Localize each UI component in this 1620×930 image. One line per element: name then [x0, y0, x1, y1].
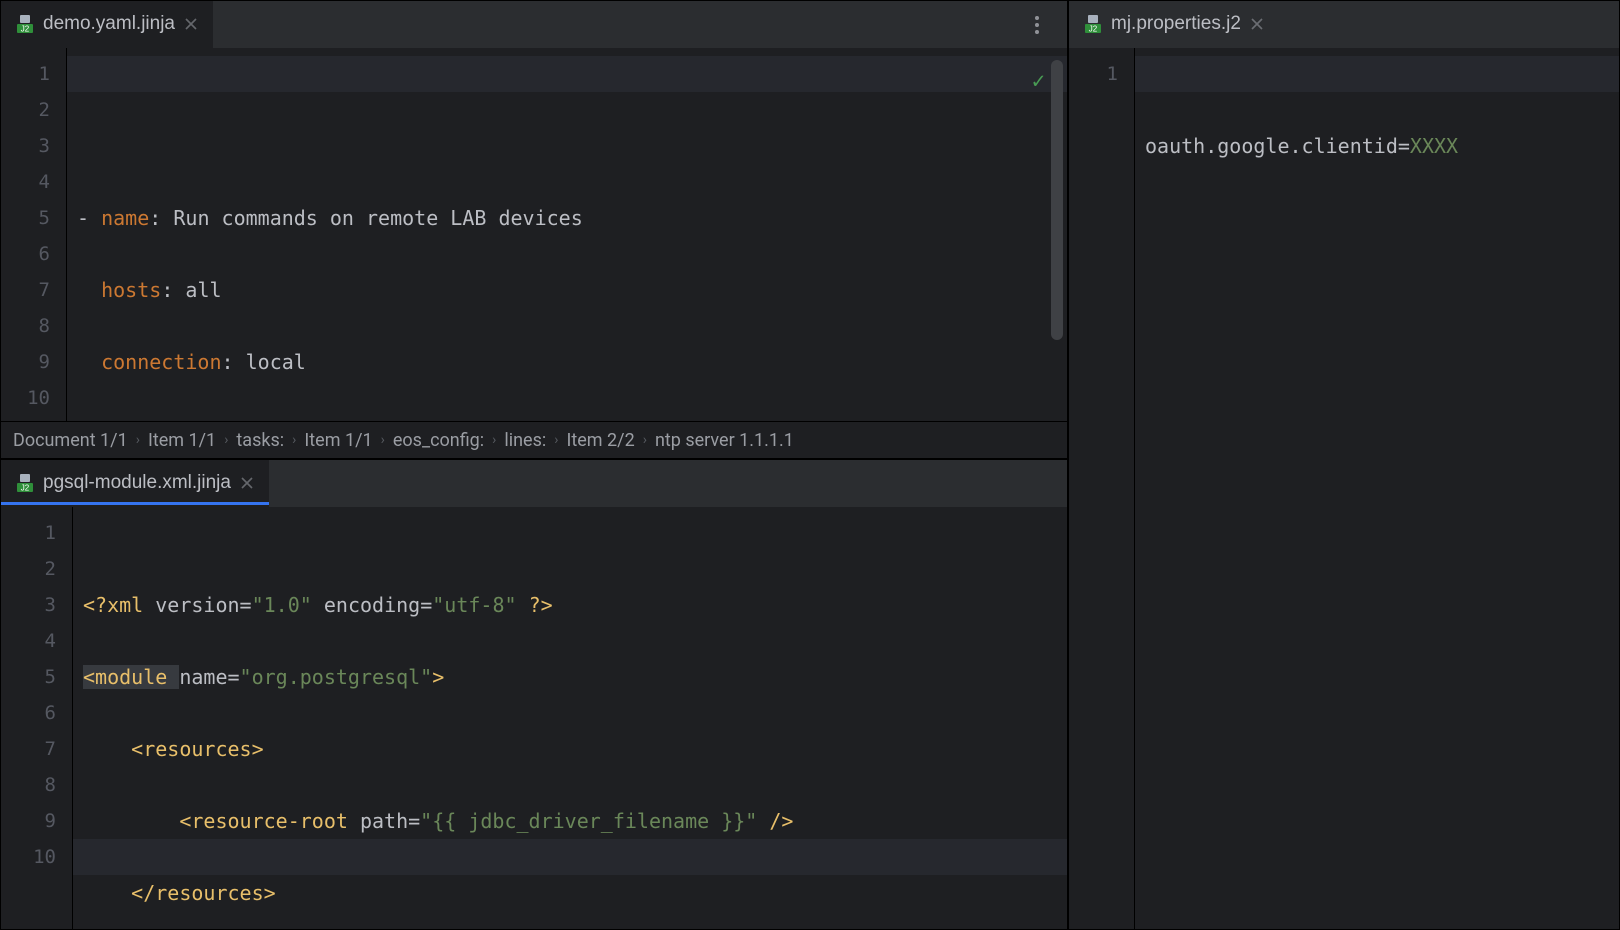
breadcrumb-item[interactable]: ntp server 1.1.1.1 [655, 430, 794, 451]
breadcrumb-item[interactable]: Item 1/1 [148, 430, 216, 451]
editor-pane-properties: J2 mj.properties.j2 1 oauth.google.clien… [1068, 0, 1620, 930]
line-gutter: 1 2 3 4 5 6 7 8 9 10 [1, 507, 73, 929]
code-editor-yaml[interactable]: 1 2 3 4 5 6 7 8 9 10 ✓ - name: Run comma… [1, 48, 1067, 421]
editor-pane-yaml: J2 demo.yaml.jinja 1 2 3 4 5 6 7 8 9 [0, 0, 1068, 459]
breadcrumb: Document 1/1› Item 1/1› tasks:› Item 1/1… [1, 421, 1067, 458]
tabbar: J2 demo.yaml.jinja [1, 1, 1067, 48]
tab-demo-yaml-jinja[interactable]: J2 demo.yaml.jinja [1, 1, 213, 48]
breadcrumb-item[interactable]: Item 1/1 [304, 430, 372, 451]
svg-text:J2: J2 [1089, 24, 1098, 33]
line-gutter: 1 2 3 4 5 6 7 8 9 10 [1, 48, 67, 421]
close-icon[interactable] [239, 475, 255, 491]
breadcrumb-item[interactable]: lines: [504, 430, 546, 451]
status-ok-icon: ✓ [1032, 64, 1045, 100]
svg-text:J2: J2 [21, 24, 30, 33]
jinja-file-icon: J2 [1083, 14, 1103, 34]
svg-text:J2: J2 [21, 483, 30, 492]
code-editor-xml[interactable]: 1 2 3 4 5 6 7 8 9 10 <?xml version="1.0"… [1, 507, 1067, 929]
jinja-file-icon: J2 [15, 14, 35, 34]
breadcrumb-item[interactable]: eos_config: [393, 430, 484, 451]
tab-mj-properties-j2[interactable]: J2 mj.properties.j2 [1069, 1, 1279, 48]
jinja-file-icon: J2 [15, 473, 35, 493]
close-icon[interactable] [1249, 16, 1265, 32]
more-icon[interactable] [1025, 13, 1049, 37]
breadcrumb-item[interactable]: Item 2/2 [566, 430, 634, 451]
breadcrumb-item[interactable]: tasks: [236, 430, 284, 451]
code-editor-properties[interactable]: 1 oauth.google.clientid=XXXX [1069, 48, 1619, 929]
close-icon[interactable] [183, 16, 199, 32]
tab-pgsql-module-xml-jinja[interactable]: J2 pgsql-module.xml.jinja [1, 460, 269, 507]
editor-pane-xml: J2 pgsql-module.xml.jinja 1 2 3 4 5 6 7 … [0, 459, 1068, 930]
tab-filename: mj.properties.j2 [1111, 13, 1241, 35]
tab-filename: pgsql-module.xml.jinja [43, 472, 231, 494]
tabbar: J2 mj.properties.j2 [1069, 1, 1619, 48]
breadcrumb-item[interactable]: Document 1/1 [13, 430, 128, 451]
line-gutter: 1 [1069, 48, 1135, 929]
tab-filename: demo.yaml.jinja [43, 13, 175, 35]
tabbar: J2 pgsql-module.xml.jinja [1, 460, 1067, 507]
active-tab-indicator [1, 502, 269, 505]
